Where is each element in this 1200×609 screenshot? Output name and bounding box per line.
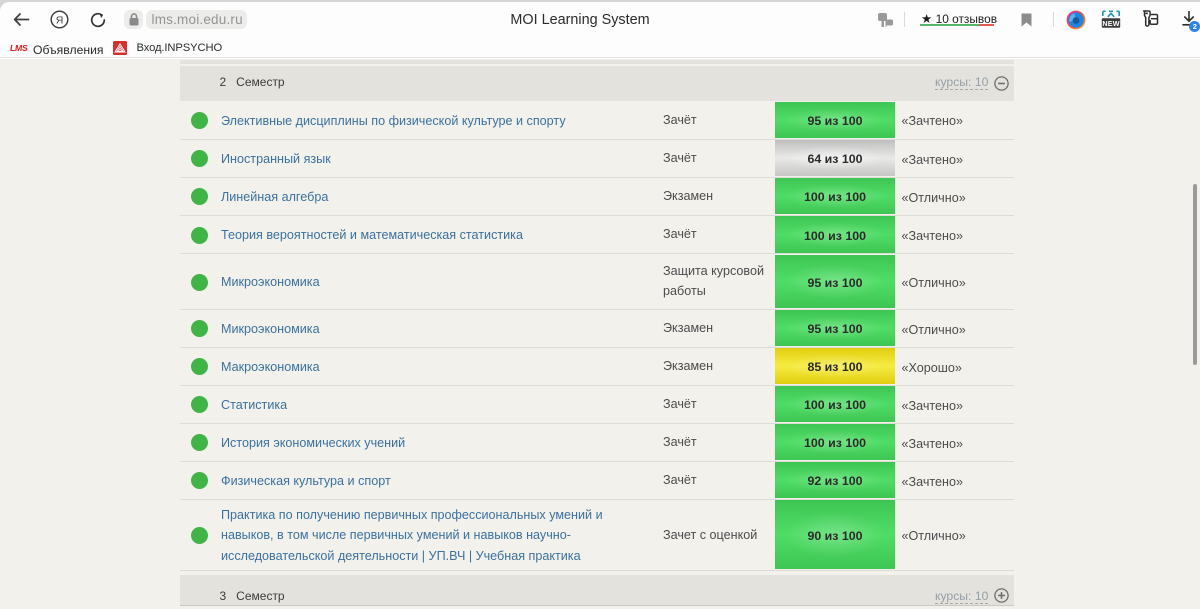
svg-text:NEW: NEW: [1102, 19, 1119, 28]
svg-text:Я: Я: [56, 14, 64, 26]
